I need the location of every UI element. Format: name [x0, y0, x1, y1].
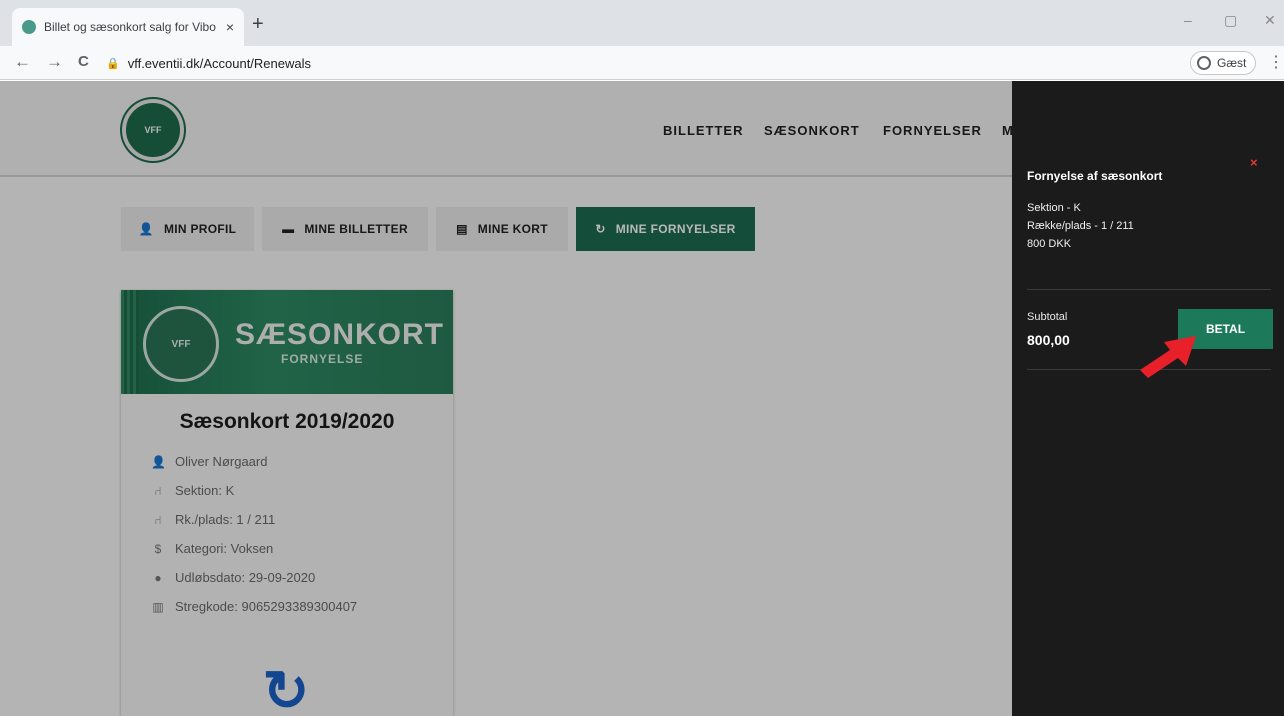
reload-icon[interactable]: C [78, 52, 89, 72]
restore-icon[interactable]: ▢ [1224, 12, 1237, 29]
site-favicon-icon [22, 20, 36, 34]
profile-button[interactable]: Gæst [1190, 51, 1256, 75]
forward-icon[interactable]: → [46, 52, 63, 72]
back-icon[interactable]: ← [14, 52, 31, 72]
modal-overlay[interactable] [0, 81, 1012, 716]
profile-icon [1197, 56, 1211, 70]
cart-heading: Fornyelse af sæsonkort [1027, 169, 1163, 183]
address-bar[interactable]: 🔒 vff.eventii.dk/Account/Renewals [106, 51, 1166, 75]
cart-divider [1027, 289, 1271, 290]
cart-close-icon[interactable]: × [1250, 155, 1258, 170]
subtotal-value: 800,00 [1027, 332, 1070, 348]
cart-panel: × Fornyelse af sæsonkort Sektion - K Ræk… [1012, 81, 1284, 716]
profile-label: Gæst [1217, 56, 1247, 70]
url-text: vff.eventii.dk/Account/Renewals [127, 55, 312, 71]
subtotal-label: Subtotal [1027, 311, 1068, 323]
cart-seat: Række/plads - 1 / 211 [1027, 220, 1134, 232]
browser-menu-icon[interactable]: ⋮ [1268, 52, 1284, 72]
minimize-icon[interactable]: – [1184, 12, 1192, 28]
browser-tabstrip: Billet og sæsonkort salg for Vibo × + – … [0, 0, 1284, 46]
annotation-arrow-icon [1140, 336, 1196, 378]
new-tab-button[interactable]: + [252, 14, 264, 34]
tab-title: Billet og sæsonkort salg for Vibo [44, 20, 216, 34]
cart-price: 800 DKK [1027, 238, 1072, 250]
lock-icon: 🔒 [106, 57, 120, 70]
window-close-icon[interactable]: ✕ [1264, 12, 1276, 29]
cart-section: Sektion - K [1027, 202, 1081, 214]
browser-tab[interactable]: Billet og sæsonkort salg for Vibo × [12, 8, 244, 46]
tab-close-icon[interactable]: × [226, 19, 234, 35]
browser-toolbar: ← → C 🔒 vff.eventii.dk/Account/Renewals … [0, 46, 1284, 80]
